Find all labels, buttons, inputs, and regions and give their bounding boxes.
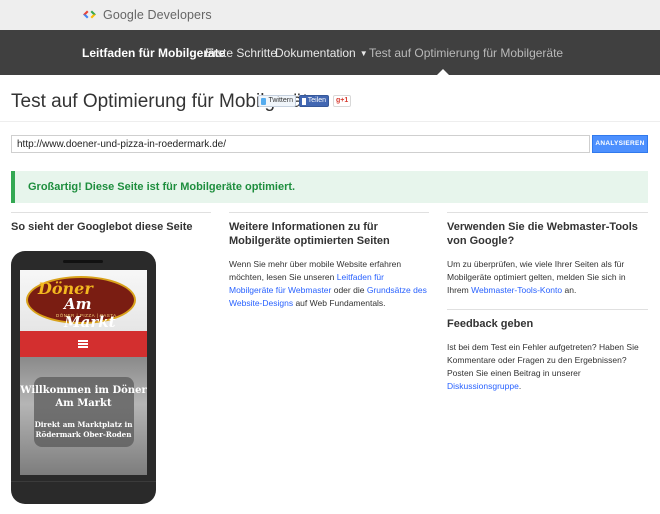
url-input[interactable] bbox=[11, 135, 590, 153]
twitter-share-button[interactable]: Twittern bbox=[258, 95, 296, 107]
site-logo: Döner Am Markt DÖNER | PIZZA | PASTA bbox=[26, 276, 136, 331]
more-info-text: Wenn Sie mehr über mobile Website erfahr… bbox=[229, 258, 429, 310]
webmaster-tools-text-2: an. bbox=[562, 285, 577, 295]
googlebot-view-section: So sieht der Googlebot diese Seite bbox=[11, 212, 211, 234]
google-developers-logo[interactable]: Google Developers bbox=[82, 7, 212, 22]
active-nav-pointer bbox=[437, 69, 449, 75]
twitter-share-label: Twittern bbox=[268, 97, 293, 104]
more-info-section: Weitere Informationen zu für Mobilgeräte… bbox=[229, 212, 429, 310]
site-hero-image: Willkommen im Döner Am Markt Direkt am M… bbox=[20, 357, 147, 475]
nav-item-mobile-guide[interactable]: Leitfaden für Mobilgeräte bbox=[82, 46, 225, 60]
more-info-text-2: oder die bbox=[331, 285, 367, 295]
webmaster-tools-section: Verwenden Sie die Webmaster-Tools von Go… bbox=[447, 212, 648, 393]
webmaster-tools-account-link[interactable]: Webmaster-Tools-Konto bbox=[471, 285, 562, 295]
chevron-down-icon: ▼ bbox=[359, 49, 368, 58]
site-header: Döner Am Markt DÖNER | PIZZA | PASTA bbox=[20, 270, 147, 331]
nav-item-mobile-test[interactable]: Test auf Optimierung für Mobilgeräte bbox=[369, 46, 563, 60]
feedback-heading: Feedback geben bbox=[447, 318, 534, 330]
section-divider bbox=[11, 212, 211, 213]
webmaster-tools-text: Um zu überprüfen, wie viele Ihrer Seiten… bbox=[447, 258, 648, 297]
analyze-button[interactable]: ANALYSIEREN bbox=[592, 135, 648, 153]
feedback-text-2: . bbox=[518, 381, 522, 391]
header-divider bbox=[0, 121, 660, 122]
nav-item-documentation-label: Dokumentation bbox=[275, 46, 356, 60]
top-nav: Leitfaden für Mobilgeräte Erste Schritte… bbox=[0, 30, 660, 75]
site-address-text: Direkt am Marktplatz in Rödermark Ober-R… bbox=[34, 420, 133, 439]
site-logo-tagline: DÖNER | PIZZA | PASTA bbox=[56, 313, 117, 318]
google-developers-icon bbox=[82, 7, 97, 22]
webmaster-tools-heading: Verwenden Sie die Webmaster-Tools von Go… bbox=[447, 221, 638, 247]
result-message: Großartig! Diese Seite ist für Mobilgerä… bbox=[28, 181, 296, 193]
facebook-share-button[interactable]: Teilen bbox=[299, 95, 329, 107]
phone-speaker bbox=[63, 260, 103, 263]
twitter-icon bbox=[261, 97, 267, 105]
gplus-share-label: g+1 bbox=[336, 97, 349, 104]
gplus-share-button[interactable]: g+1 bbox=[333, 95, 351, 107]
brand-name: Google Developers bbox=[103, 7, 212, 22]
section-divider bbox=[447, 212, 648, 213]
section-divider bbox=[447, 309, 648, 310]
site-menu-bar bbox=[20, 331, 147, 357]
nav-item-getting-started[interactable]: Erste Schritte bbox=[205, 46, 277, 60]
feedback-text: Ist bei dem Test ein Fehler aufgetreten?… bbox=[447, 341, 648, 393]
facebook-share-label: Teilen bbox=[307, 97, 326, 104]
result-banner: Großartig! Diese Seite ist für Mobilgerä… bbox=[11, 171, 648, 203]
site-welcome-text: Willkommen im Döner Am Markt bbox=[20, 385, 147, 409]
section-divider bbox=[229, 212, 429, 213]
discussion-group-link[interactable]: Diskussionsgruppe bbox=[447, 381, 519, 391]
googlebot-view-heading: So sieht der Googlebot diese Seite bbox=[11, 221, 193, 233]
phone-bezel-line bbox=[11, 481, 156, 482]
facebook-icon bbox=[302, 97, 306, 105]
hamburger-menu-icon[interactable] bbox=[78, 340, 88, 348]
phone-preview: Döner Am Markt DÖNER | PIZZA | PASTA Wil… bbox=[11, 251, 156, 504]
nav-item-documentation[interactable]: Dokumentation ▼ bbox=[275, 46, 368, 60]
feedback-text-1: Ist bei dem Test ein Fehler aufgetreten?… bbox=[447, 342, 639, 378]
more-info-heading: Weitere Informationen zu für Mobilgeräte… bbox=[229, 221, 390, 247]
more-info-text-3: auf Web Fundamentals. bbox=[293, 298, 386, 308]
brand-bar: Google Developers bbox=[0, 0, 660, 30]
phone-screen: Döner Am Markt DÖNER | PIZZA | PASTA Wil… bbox=[20, 270, 147, 475]
